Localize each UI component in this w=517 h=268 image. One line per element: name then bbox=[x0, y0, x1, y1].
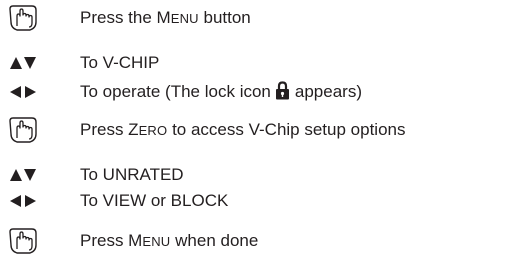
instruction-text: To operate (The lock icon appears) bbox=[80, 79, 362, 105]
instruction-text: Press MENU when done bbox=[80, 231, 259, 250]
instruction-text: Press ZERO to access V-Chip setup option… bbox=[80, 120, 406, 139]
lock-icon bbox=[275, 81, 290, 108]
hand-press-icon bbox=[6, 117, 40, 143]
hand-press-icon bbox=[6, 5, 40, 31]
left-right-arrows-icon bbox=[6, 188, 40, 214]
instruction-row: To V-CHIP bbox=[0, 50, 517, 76]
instruction-row: Press the MENU button bbox=[0, 5, 517, 31]
hand-press-icon bbox=[6, 228, 40, 254]
instruction-row: To operate (The lock icon appears) bbox=[0, 79, 517, 105]
up-down-arrows-icon bbox=[6, 162, 40, 188]
instruction-text: To VIEW or BLOCK bbox=[80, 191, 229, 210]
instruction-row: To UNRATED bbox=[0, 162, 517, 188]
instruction-row: Press ZERO to access V-Chip setup option… bbox=[0, 117, 517, 143]
instruction-text: To UNRATED bbox=[80, 165, 184, 184]
instruction-row: Press MENU when done bbox=[0, 228, 517, 254]
instruction-row: To VIEW or BLOCK bbox=[0, 188, 517, 214]
up-down-arrows-icon bbox=[6, 50, 40, 76]
instruction-text: To V-CHIP bbox=[80, 53, 160, 72]
instruction-text: Press the MENU button bbox=[80, 8, 251, 27]
left-right-arrows-icon bbox=[6, 79, 40, 105]
